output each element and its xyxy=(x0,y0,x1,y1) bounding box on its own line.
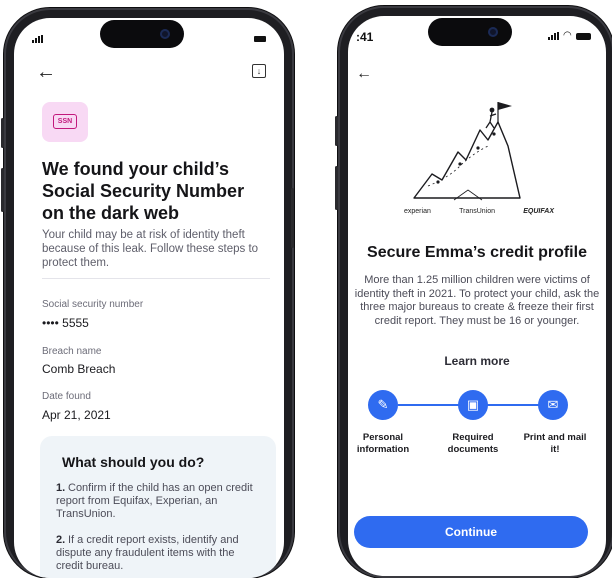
transunion-logo: TransUnion xyxy=(459,208,496,215)
step-text: If a credit report exists, identify and … xyxy=(56,534,239,572)
page-description: Your child may be at risk of identity th… xyxy=(42,229,259,269)
back-arrow-icon[interactable]: ← xyxy=(36,62,56,82)
left-screen: ← ↓ SSN We found your child’s Social Sec… xyxy=(14,18,284,578)
learn-more-link[interactable]: Learn more xyxy=(348,354,606,368)
phone-right: :41 ◠ ← experian TransUnion EQUIFAX Secu… xyxy=(335,6,612,578)
step-number: 1. xyxy=(56,482,66,494)
page-title: Secure Emma’s credit profile xyxy=(367,244,587,261)
signal-icon xyxy=(32,34,43,46)
document-icon: ▣ xyxy=(458,390,488,420)
mail-icon: ✉ xyxy=(538,390,568,420)
page-description: More than 1.25 million children were vic… xyxy=(354,274,600,327)
continue-button[interactable]: Continue xyxy=(354,516,588,548)
equifax-logo: EQUIFAX xyxy=(523,208,554,215)
step-label-documents: Required documents xyxy=(447,432,499,455)
experian-logo: experian xyxy=(404,208,431,215)
phone-left: ← ↓ SSN We found your child’s Social Sec… xyxy=(1,8,294,578)
side-button xyxy=(1,118,4,148)
card-title: What should you do? xyxy=(62,454,205,470)
page-title: We found your child’s Social Security Nu… xyxy=(42,159,245,223)
side-button xyxy=(335,166,338,210)
what-to-do-card: What should you do? 1. Confirm if the chi… xyxy=(40,436,276,578)
camera-icon xyxy=(160,29,170,39)
field-value-ssn: •••• 5555 xyxy=(42,316,89,330)
step-label-mail: Print and mail it! xyxy=(523,432,587,455)
pen-icon: ✎ xyxy=(368,390,398,420)
ssn-badge: SSN xyxy=(42,102,88,142)
divider xyxy=(42,278,270,279)
list-item: 1. Confirm if the child has an open credi… xyxy=(56,482,262,521)
field-label-ssn: Social security number xyxy=(42,299,144,310)
battery-icon xyxy=(575,32,591,40)
ssn-icon: SSN xyxy=(53,114,77,129)
side-button xyxy=(291,188,294,248)
status-time: :41 xyxy=(356,30,374,44)
field-value-date: Apr 21, 2021 xyxy=(42,408,111,422)
back-arrow-icon[interactable]: ← xyxy=(356,66,372,82)
step-text: Confirm if the child has an open credit … xyxy=(56,482,253,520)
side-button xyxy=(335,116,338,146)
field-label-breach: Breach name xyxy=(42,346,102,357)
camera-icon xyxy=(488,27,498,37)
mountain-illustration xyxy=(413,102,521,201)
battery-icon xyxy=(254,36,266,42)
download-icon[interactable]: ↓ xyxy=(252,64,266,78)
step-label-personal: Personal information xyxy=(356,432,410,455)
dynamic-island xyxy=(100,20,184,48)
field-value-breach: Comb Breach xyxy=(42,362,116,376)
dynamic-island xyxy=(428,18,512,46)
step-number: 2. xyxy=(56,534,66,546)
list-item: 2. If a credit report exists, identify an… xyxy=(56,534,262,573)
field-label-date: Date found xyxy=(42,391,91,402)
status-icons: ◠ xyxy=(548,31,591,41)
bureau-logos: experian TransUnion EQUIFAX xyxy=(404,208,554,215)
side-button xyxy=(1,168,4,212)
wifi-icon: ◠ xyxy=(563,30,572,41)
right-screen: :41 ◠ ← experian TransUnion EQUIFAX Secu… xyxy=(348,16,606,576)
signal-icon xyxy=(548,32,559,40)
